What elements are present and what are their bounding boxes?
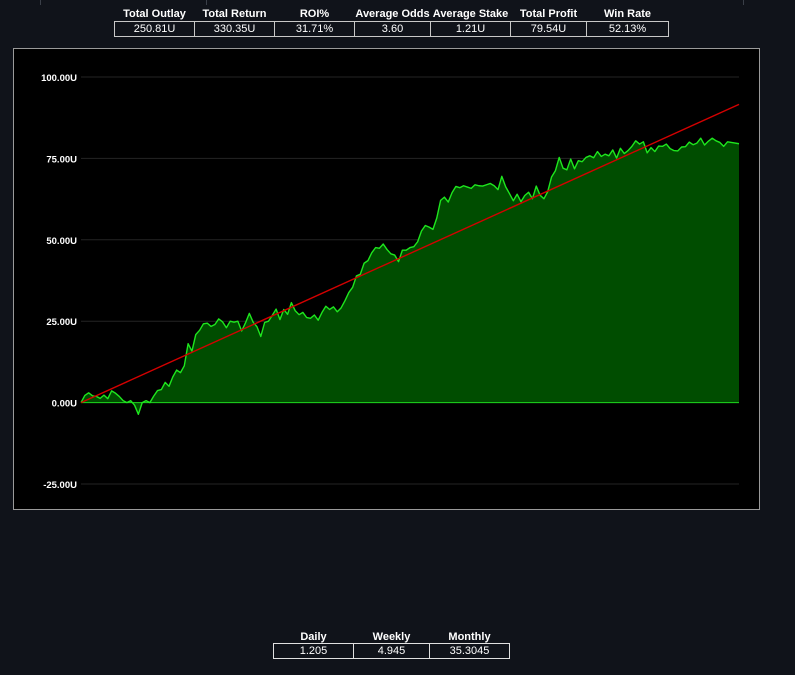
stat-value: 52.13% [586, 21, 669, 37]
y-tick-label: 50.00U [46, 236, 77, 247]
y-tick-label: 100.00U [41, 73, 77, 84]
stats-value-row: 250.81U 330.35U 31.71% 3.60 1.21U 79.54U… [114, 21, 669, 37]
stat-value: 250.81U [114, 21, 195, 37]
stat-header: ROI% [299, 8, 330, 20]
stat-value: 79.54U [510, 21, 587, 37]
rate-value: 35.3045 [429, 643, 510, 659]
stat-value: 3.60 [354, 21, 431, 37]
y-tick-label: 0.00U [52, 399, 77, 410]
y-tick-label: -25.00U [43, 480, 77, 491]
stats-header-row: Total Outlay Total Return ROI% Average O… [115, 7, 669, 22]
rate-header: Daily [300, 630, 327, 643]
stat-header: Average Odds [355, 8, 430, 20]
rates-value-row: 1.205 4.945 35.3045 [273, 643, 510, 659]
y-tick-label: 75.00U [46, 154, 77, 165]
stat-header: Total Profit [519, 8, 578, 20]
rate-header: Monthly [448, 630, 491, 643]
profit-chart: 100.00U 75.00U 50.00U 25.00U 0.00U -25.00U [41, 73, 740, 491]
stat-value: 31.71% [274, 21, 355, 37]
stat-header: Total Outlay [123, 8, 186, 20]
profit-chart-container: 100.00U 75.00U 50.00U 25.00U 0.00U -25.00U [13, 48, 760, 510]
stat-header: Total Return [202, 8, 267, 20]
stat-value: 1.21U [430, 21, 511, 37]
rate-header: Weekly [372, 630, 411, 643]
divider [206, 0, 207, 5]
divider [40, 0, 41, 5]
rates-header-row: Daily Weekly Monthly [274, 630, 510, 644]
top-border-strip [0, 0, 795, 5]
summary-stats-table: Total Outlay Total Return ROI% Average O… [114, 7, 669, 37]
stat-value: 330.35U [194, 21, 275, 37]
stat-header: Average Stake [432, 8, 509, 20]
profit-rate-table: Daily Weekly Monthly 1.205 4.945 35.3045 [273, 630, 510, 659]
rate-value: 4.945 [353, 643, 430, 659]
y-tick-label: 25.00U [46, 317, 77, 328]
divider [743, 0, 744, 5]
stat-header: Win Rate [604, 8, 651, 20]
rate-value: 1.205 [273, 643, 354, 659]
